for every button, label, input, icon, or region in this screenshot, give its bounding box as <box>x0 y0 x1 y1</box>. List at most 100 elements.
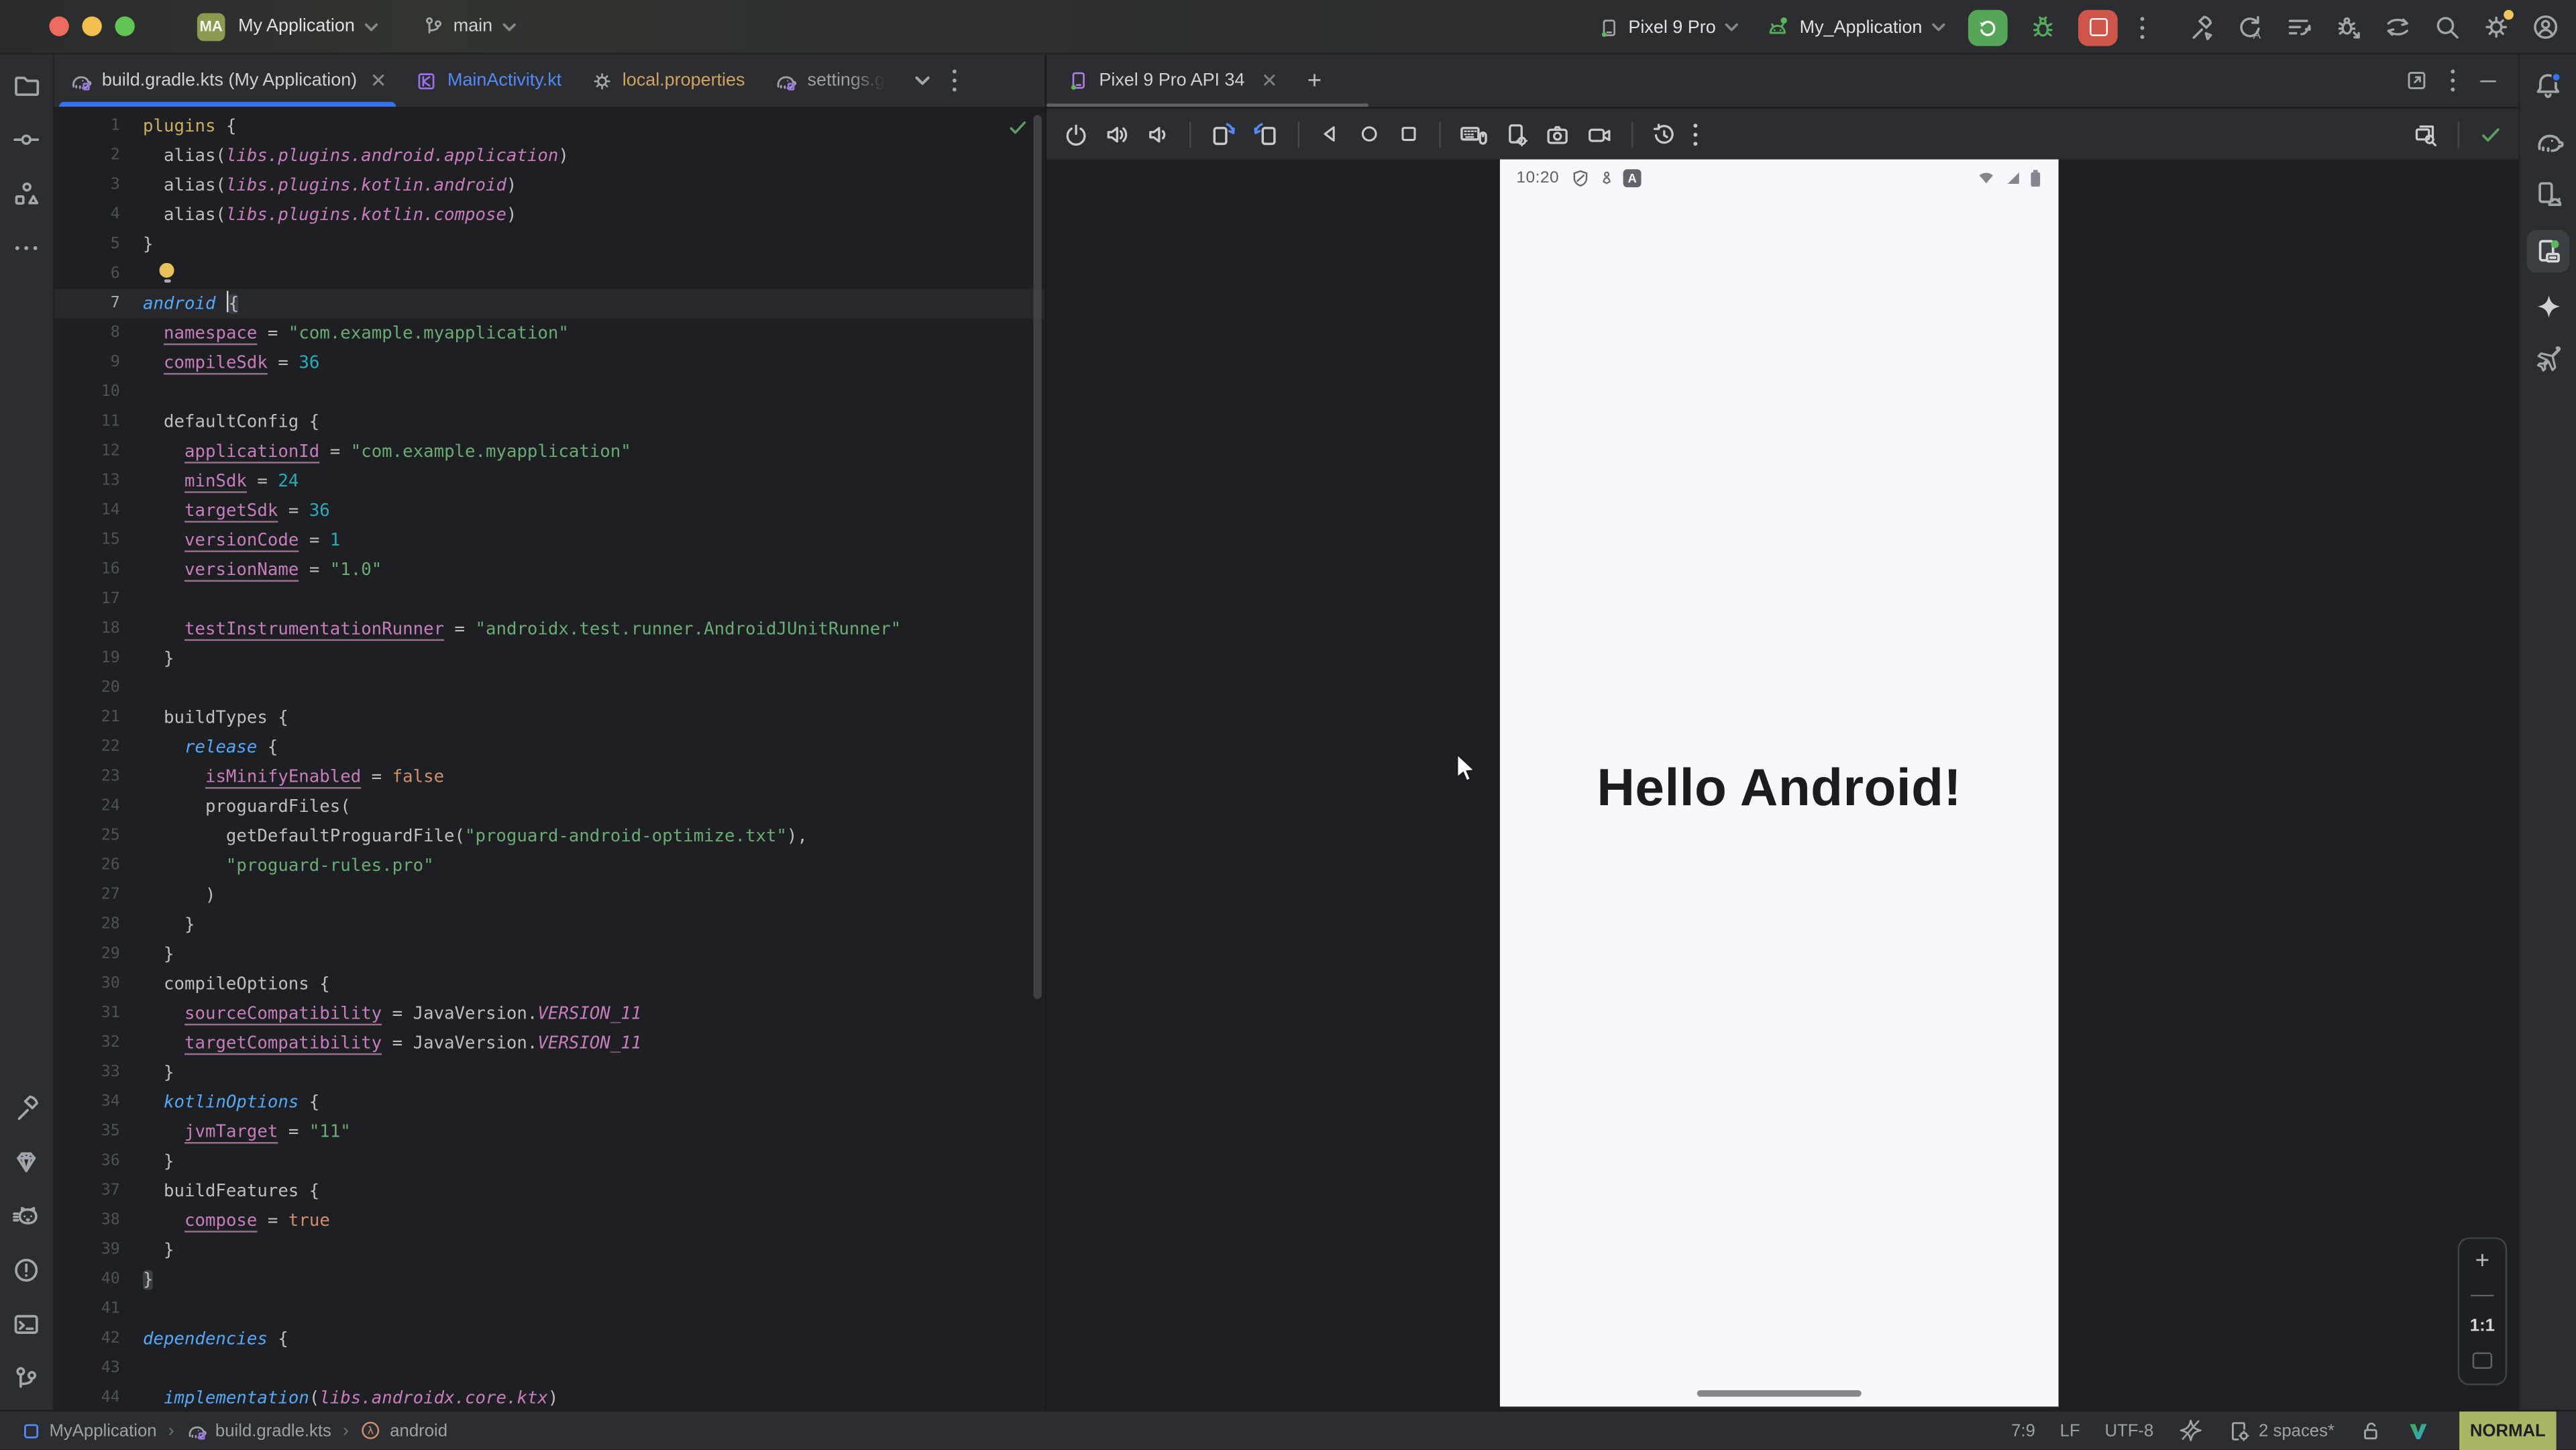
code-line[interactable]: 14 targetSdk = 36 <box>54 497 1045 526</box>
fit-to-window-button[interactable] <box>2473 1353 2492 1369</box>
vim-mode-badge[interactable]: NORMAL <box>2459 1410 2556 1450</box>
screen-record-button[interactable] <box>1585 121 1613 147</box>
line-number[interactable]: 44 <box>54 1384 143 1410</box>
maximize-window-button[interactable] <box>115 16 134 36</box>
code-line[interactable]: 21 buildTypes { <box>54 703 1045 733</box>
inspections-widget[interactable] <box>1007 117 1028 138</box>
run-configuration-selector[interactable]: My_Application <box>1765 15 1947 40</box>
line-number[interactable]: 21 <box>54 703 143 733</box>
project-tool-button[interactable] <box>8 67 44 103</box>
line-number[interactable]: 16 <box>54 556 143 585</box>
line-number[interactable]: 30 <box>54 970 143 999</box>
line-number[interactable]: 10 <box>54 378 143 407</box>
line-number[interactable]: 9 <box>54 348 143 378</box>
line-number[interactable]: 24 <box>54 792 143 821</box>
code-line[interactable]: 12 applicationId = "com.example.myapplic… <box>54 437 1045 466</box>
sync-project-button[interactable]: A <box>2236 13 2264 42</box>
breadcrumb-element[interactable]: λ android <box>360 1420 447 1441</box>
line-number[interactable]: 42 <box>54 1325 143 1354</box>
code-line[interactable]: 34 kotlinOptions { <box>54 1088 1045 1117</box>
line-number[interactable]: 29 <box>54 940 143 970</box>
code-line[interactable]: 25 getDefaultProguardFile("proguard-andr… <box>54 821 1045 851</box>
hide-panel-icon[interactable] <box>2477 70 2499 91</box>
terminal-tool-button[interactable] <box>8 1306 44 1343</box>
code-line[interactable]: 16 versionName = "1.0" <box>54 556 1045 585</box>
device-manager-button[interactable] <box>2530 176 2566 212</box>
code-line[interactable]: 17 <box>54 585 1045 615</box>
version-control-tool-button[interactable] <box>8 1361 44 1397</box>
code-line[interactable]: 26 "proguard-rules.pro" <box>54 851 1045 881</box>
line-number[interactable]: 20 <box>54 674 143 703</box>
code-line[interactable]: 40} <box>54 1265 1045 1295</box>
line-number[interactable]: 36 <box>54 1147 143 1176</box>
virtual-keyboard-button[interactable] <box>1459 120 1489 148</box>
debug-button[interactable] <box>2029 13 2057 42</box>
code-line[interactable]: 28 } <box>54 911 1045 940</box>
line-number[interactable]: 1 <box>54 112 143 142</box>
line-number[interactable]: 27 <box>54 881 143 911</box>
line-number[interactable]: 11 <box>54 407 143 437</box>
caret-position-widget[interactable]: 7:9 <box>2011 1420 2035 1440</box>
line-number[interactable]: 41 <box>54 1295 143 1325</box>
rotate-right-button[interactable] <box>1252 120 1280 148</box>
tab-options-kebab-icon[interactable] <box>951 67 957 93</box>
project-selector[interactable]: My Application <box>238 16 379 36</box>
code-line[interactable]: 7android { <box>54 289 1045 319</box>
code-line[interactable]: 31 sourceCompatibility = JavaVersion.VER… <box>54 999 1045 1029</box>
line-number[interactable]: 4 <box>54 201 143 230</box>
more-tools-button[interactable] <box>8 230 44 266</box>
tab-pixel-9-pro-api-34[interactable]: Pixel 9 Pro API 34 ✕ <box>1046 54 1291 107</box>
close-window-button[interactable] <box>49 16 68 36</box>
code-line[interactable]: 43 <box>54 1354 1045 1384</box>
line-number[interactable]: 3 <box>54 171 143 201</box>
airplane-tool-button[interactable] <box>2530 342 2566 378</box>
build-button[interactable] <box>2187 13 2215 42</box>
code-line[interactable]: 18 testInstrumentationRunner = "androidx… <box>54 615 1045 644</box>
back-button[interactable] <box>1318 121 1342 146</box>
tab-build-gradle[interactable]: build.gradle.kts (My Application) ✕ <box>54 54 402 107</box>
code-editor[interactable]: 1plugins {2 alias(libs.plugins.android.a… <box>54 107 1045 1410</box>
minimize-window-button[interactable] <box>82 16 101 36</box>
attach-debugger-button[interactable] <box>2334 13 2363 42</box>
device-settings-button[interactable] <box>1503 121 1529 147</box>
line-number[interactable]: 38 <box>54 1206 143 1236</box>
tab-mainactivity[interactable]: MainActivity.kt <box>401 54 576 107</box>
home-button[interactable] <box>1357 121 1382 146</box>
app-quality-insights-tool-button[interactable] <box>8 1143 44 1180</box>
line-number[interactable]: 19 <box>54 644 143 674</box>
line-number[interactable]: 23 <box>54 762 143 792</box>
code-line[interactable]: 11 defaultConfig { <box>54 407 1045 437</box>
line-number[interactable]: 15 <box>54 526 143 556</box>
line-number[interactable]: 6 <box>54 260 143 289</box>
power-button[interactable] <box>1063 121 1089 147</box>
rotate-left-button[interactable] <box>1209 120 1237 148</box>
code-line[interactable]: 15 versionCode = 1 <box>54 526 1045 556</box>
search-everywhere-button[interactable] <box>2433 13 2461 42</box>
code-line[interactable]: 27 ) <box>54 881 1045 911</box>
code-line[interactable]: 19 } <box>54 644 1045 674</box>
line-number[interactable]: 14 <box>54 497 143 526</box>
code-line[interactable]: 6 <box>54 260 1045 289</box>
code-line[interactable]: 4 alias(libs.plugins.kotlin.compose) <box>54 201 1045 230</box>
code-line[interactable]: 20 <box>54 674 1045 703</box>
tab-local-properties[interactable]: local.properties <box>576 54 759 107</box>
profile-button[interactable] <box>2532 13 2560 42</box>
line-number[interactable]: 13 <box>54 467 143 497</box>
hidden-tabs-chevron-icon[interactable] <box>912 72 930 89</box>
code-line[interactable]: 23 isMinifyEnabled = false <box>54 762 1045 792</box>
overview-button[interactable] <box>1397 121 1421 146</box>
code-line[interactable]: 38 compose = true <box>54 1206 1045 1236</box>
snapshots-button[interactable] <box>1651 121 1677 147</box>
code-line[interactable]: 13 minSdk = 24 <box>54 467 1045 497</box>
zoom-reset-button[interactable]: 1:1 <box>2470 1316 2495 1336</box>
line-number[interactable]: 32 <box>54 1029 143 1058</box>
line-number[interactable]: 8 <box>54 319 143 348</box>
profiler-button[interactable] <box>2286 13 2314 42</box>
line-number[interactable]: 40 <box>54 1265 143 1295</box>
line-number[interactable]: 34 <box>54 1088 143 1117</box>
line-number[interactable]: 5 <box>54 230 143 260</box>
stop-button[interactable] <box>2078 9 2118 45</box>
code-line[interactable]: 8 namespace = "com.example.myapplication… <box>54 319 1045 348</box>
line-number[interactable]: 25 <box>54 821 143 851</box>
volume-down-button[interactable] <box>1145 121 1171 147</box>
